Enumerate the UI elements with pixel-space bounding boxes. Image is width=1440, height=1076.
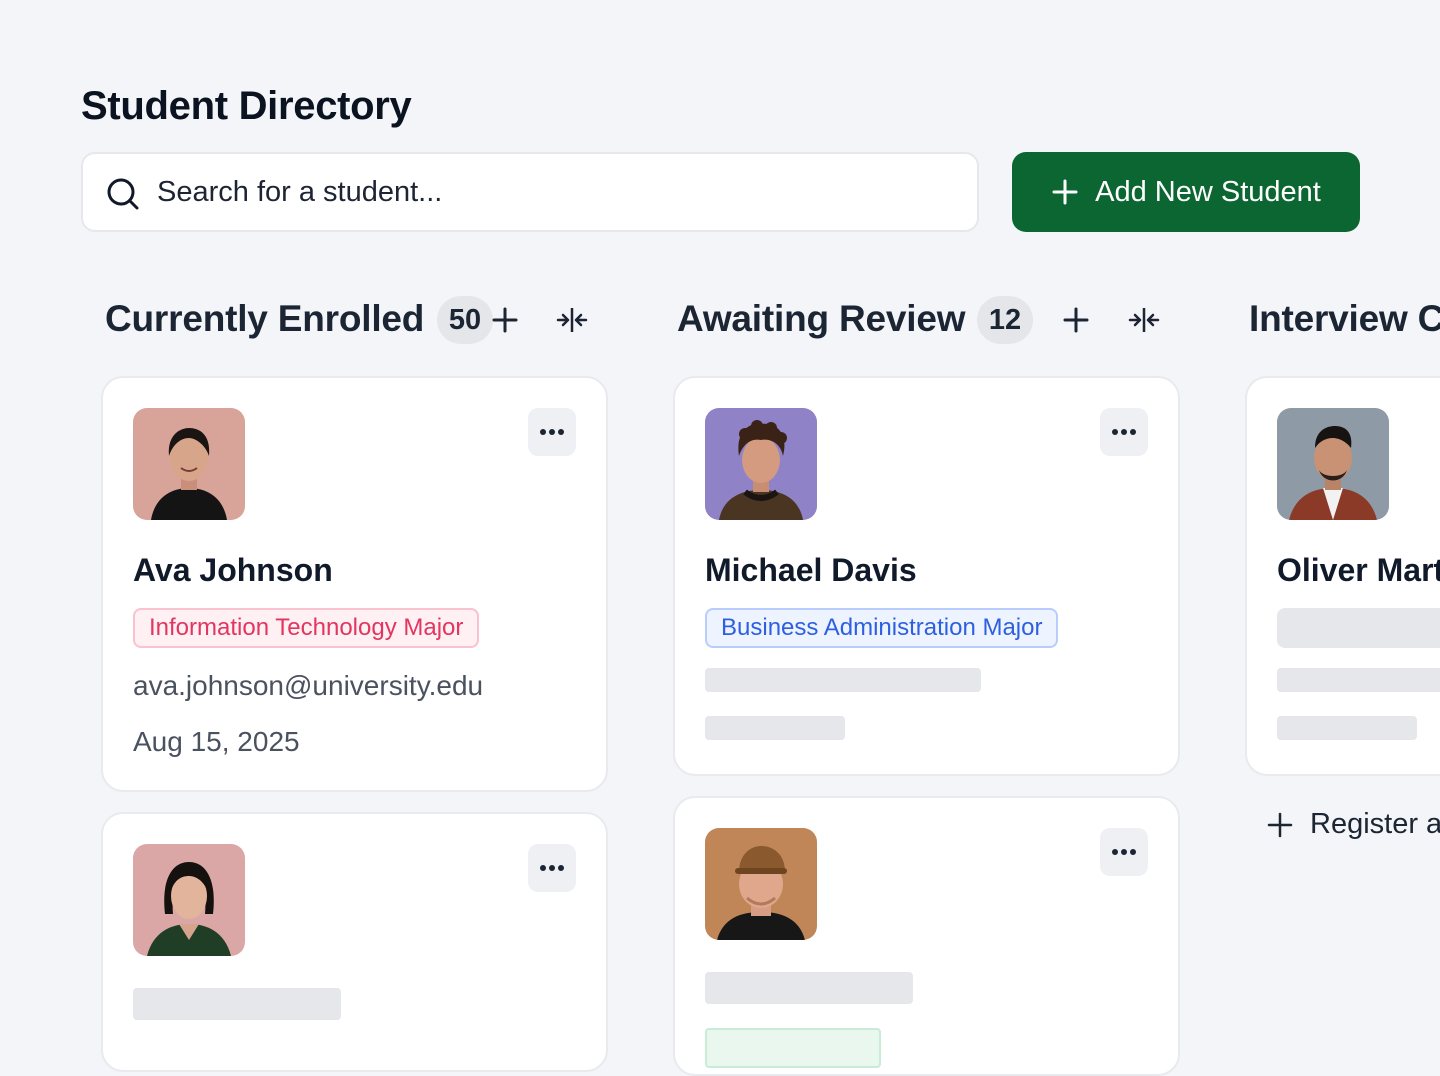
more-options-button[interactable] bbox=[528, 844, 576, 892]
plus-icon[interactable] bbox=[1058, 302, 1094, 338]
search-input[interactable] bbox=[157, 172, 937, 212]
skeleton-tag bbox=[1277, 608, 1440, 648]
more-icon bbox=[1112, 429, 1136, 435]
add-new-student-button[interactable]: Add New Student bbox=[1012, 152, 1360, 232]
count-badge: 50 bbox=[437, 296, 493, 344]
skeleton-line bbox=[705, 716, 845, 740]
student-card[interactable]: Oliver Mart bbox=[1245, 376, 1440, 776]
search-icon bbox=[107, 178, 139, 210]
student-card[interactable] bbox=[673, 796, 1180, 1076]
major-badge: Business Administration Major bbox=[705, 608, 1059, 648]
enrollment-date: Aug 15, 2025 bbox=[133, 726, 300, 757]
student-card[interactable]: Michael Davis Business Administration Ma… bbox=[673, 376, 1180, 776]
avatar bbox=[705, 408, 817, 520]
skeleton-line bbox=[1277, 716, 1417, 740]
skeleton-line bbox=[1277, 668, 1440, 692]
collapse-icon[interactable] bbox=[1126, 302, 1162, 338]
more-icon bbox=[540, 865, 564, 871]
skeleton-line bbox=[133, 988, 341, 1020]
avatar bbox=[705, 828, 817, 940]
skeleton-line bbox=[705, 668, 981, 692]
student-name: Michael Davis bbox=[705, 552, 917, 588]
collapse-icon[interactable] bbox=[554, 302, 590, 338]
student-card[interactable] bbox=[101, 812, 608, 1072]
column-header-interview: Interview C bbox=[1249, 296, 1440, 346]
plus-icon bbox=[1052, 179, 1078, 205]
more-options-button[interactable] bbox=[1100, 408, 1148, 456]
page-title: Student Directory bbox=[81, 84, 412, 128]
plus-icon[interactable] bbox=[487, 302, 523, 338]
column-title: Currently Enrolled bbox=[105, 298, 425, 339]
register-student-link[interactable]: Register a bbox=[1266, 808, 1440, 841]
column-title: Interview C bbox=[1249, 298, 1440, 339]
column-title: Awaiting Review bbox=[677, 298, 966, 339]
register-label: Register a bbox=[1310, 808, 1440, 840]
more-options-button[interactable] bbox=[1100, 828, 1148, 876]
student-email: ava.johnson@university.edu bbox=[133, 670, 484, 701]
add-new-student-label: Add New Student bbox=[1095, 175, 1321, 208]
more-options-button[interactable] bbox=[528, 408, 576, 456]
student-name: Oliver Mart bbox=[1277, 552, 1440, 588]
student-name: Ava Johnson bbox=[133, 552, 333, 588]
student-card[interactable]: Ava Johnson Information Technology Major… bbox=[101, 376, 608, 792]
plus-icon bbox=[1267, 812, 1293, 837]
more-icon bbox=[540, 429, 564, 435]
count-badge: 12 bbox=[977, 296, 1033, 344]
avatar bbox=[1277, 408, 1389, 520]
avatar bbox=[133, 408, 245, 520]
skeleton-tag bbox=[705, 1028, 881, 1068]
column-header-enrolled: Currently Enrolled 50 bbox=[105, 296, 605, 346]
major-badge: Information Technology Major bbox=[133, 608, 480, 648]
search-bar[interactable] bbox=[81, 152, 979, 232]
avatar bbox=[133, 844, 245, 956]
skeleton-line bbox=[705, 972, 913, 1004]
column-header-awaiting: Awaiting Review 12 bbox=[677, 296, 1177, 346]
more-icon bbox=[1112, 849, 1136, 855]
